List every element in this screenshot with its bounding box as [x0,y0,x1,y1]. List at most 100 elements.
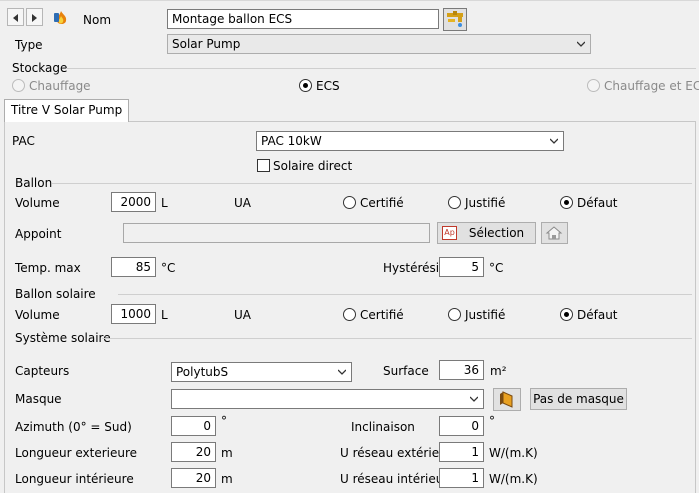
home-button[interactable] [541,222,568,244]
capteurs-label: Capteurs [15,364,70,378]
u-reseau-exterieur-input[interactable]: 1 [439,442,484,462]
temp-max-unit: °C [161,261,176,275]
capteurs-select[interactable]: PolytubS [171,362,352,382]
inclinaison-unit: ° [489,414,495,428]
radio-dot [343,196,356,209]
longueur-interieure-input[interactable]: 20 [171,468,216,488]
chevron-down-icon [338,369,346,375]
tap-flame-icon [54,11,67,24]
stockage-divider [66,68,696,69]
selection-button[interactable]: Ap Sélection [437,222,536,244]
stockage-radio-chauffage[interactable]: Chauffage [12,79,91,93]
type-select[interactable]: Solar Pump [167,34,591,54]
masque-select[interactable] [171,389,484,409]
radio-label: Chauffage et ECS [604,79,699,93]
radio-label: Certifié [360,308,404,322]
nav-prev-button[interactable] [7,8,24,26]
chevron-down-icon [470,396,478,402]
ballon-solaire-volume-label: Volume [15,308,60,322]
nav-next-button[interactable] [26,8,43,26]
surface-unit: m² [490,364,507,378]
pac-select[interactable]: PAC 10kW [256,131,564,151]
u-reseau-interieur-input[interactable]: 1 [439,468,484,488]
longueur-interieure-label: Longueur intérieure [15,472,134,486]
nav-prev-icon [13,14,18,22]
radio-label: ECS [316,79,340,93]
stockage-radio-chauffage-ecs[interactable]: Chauffage et ECS [587,79,699,93]
radio-dot [299,79,312,92]
masque-icon [500,391,513,408]
azimuth-input[interactable]: 0 [171,416,216,436]
radio-dot [12,79,25,92]
ballon-ua-justifie[interactable]: Justifié [448,196,505,210]
selection-button-label: Sélection [468,226,525,240]
ballon-ua-defaut[interactable]: Défaut [560,196,618,210]
longueur-interieure-unit: m [221,472,233,486]
azimuth-unit: ° [221,414,227,428]
type-select-value: Solar Pump [172,37,241,51]
appoint-label: Appoint [15,227,62,241]
ballon-volume-label: Volume [15,196,60,210]
longueur-exterieure-label: Longueur exterieure [15,446,138,460]
ballon-solaire-ua-defaut[interactable]: Défaut [560,308,618,322]
pac-label: PAC [12,134,35,148]
radio-label: Défaut [577,196,618,210]
inclinaison-input[interactable]: 0 [439,416,484,436]
ballon-solaire-ua-certifie[interactable]: Certifié [343,308,404,322]
ballon-solaire-volume-input[interactable]: 1000 [111,304,156,324]
radio-dot [448,196,461,209]
longueur-exterieure-input[interactable]: 20 [171,442,216,462]
ballon-solaire-section-label: Ballon solaire [15,287,96,301]
radio-label: Certifié [360,196,404,210]
radio-dot [560,308,573,321]
temp-max-input[interactable]: 85 [111,257,156,277]
radio-dot [587,79,600,92]
chevron-down-icon [550,138,558,144]
ballon-volume-input[interactable]: 2000 [111,192,156,212]
ballon-solaire-ua-label: UA [234,308,251,322]
ballon-solaire-divider [118,294,692,295]
nom-label: Nom [83,13,112,27]
ballon-solaire-volume-unit: L [161,308,168,322]
appoint-input[interactable] [123,223,430,243]
stockage-radio-ecs[interactable]: ECS [299,79,340,93]
ballon-ua-certifie[interactable]: Certifié [343,196,404,210]
stockage-label: Stockage [12,61,68,75]
type-label: Type [15,38,43,52]
ballon-ua-label: UA [234,196,251,210]
u-reseau-interieur-label: U réseau intérieur [340,472,449,486]
pas-de-masque-button[interactable]: Pas de masque [530,388,627,410]
faucet-button[interactable] [443,8,467,31]
surface-input[interactable]: 36 [439,360,484,380]
ballon-section-label: Ballon [15,176,53,190]
longueur-exterieure-unit: m [221,446,233,460]
u-reseau-exterieur-unit: W/(m.K) [489,446,538,460]
solaire-direct-checkbox[interactable] [257,159,270,172]
nom-input[interactable]: Montage ballon ECS [167,9,439,29]
tab-panel [4,121,696,493]
systeme-solaire-section-label: Système solaire [15,331,111,345]
radio-dot [343,308,356,321]
top-border [0,0,699,1]
inclinaison-label: Inclinaison [351,420,415,434]
systeme-solaire-divider [102,338,692,339]
masque-edit-button[interactable] [493,388,521,411]
home-icon [545,226,563,240]
pac-select-value: PAC 10kW [261,134,322,148]
u-reseau-interieur-unit: W/(m.K) [489,472,538,486]
faucet-icon [447,11,463,27]
radio-label: Défaut [577,308,618,322]
azimuth-label: Azimuth (0° = Sud) [15,420,132,434]
radio-label: Justifié [465,196,506,210]
ballon-solaire-ua-justifie[interactable]: Justifié [448,308,505,322]
masque-label: Masque [15,392,62,406]
hysteresis-input[interactable]: 5 [439,257,484,277]
capteurs-select-value: PolytubS [176,365,229,379]
hysteresis-unit: °C [489,261,504,275]
nav-next-icon [32,14,37,22]
radio-dot [560,196,573,209]
radio-label: Chauffage [29,79,91,93]
appoint-selection-icon: Ap [442,226,457,240]
solaire-direct-label: Solaire direct [273,159,353,173]
tab-titre-v-solar-pump[interactable]: Titre V Solar Pump [4,99,130,122]
